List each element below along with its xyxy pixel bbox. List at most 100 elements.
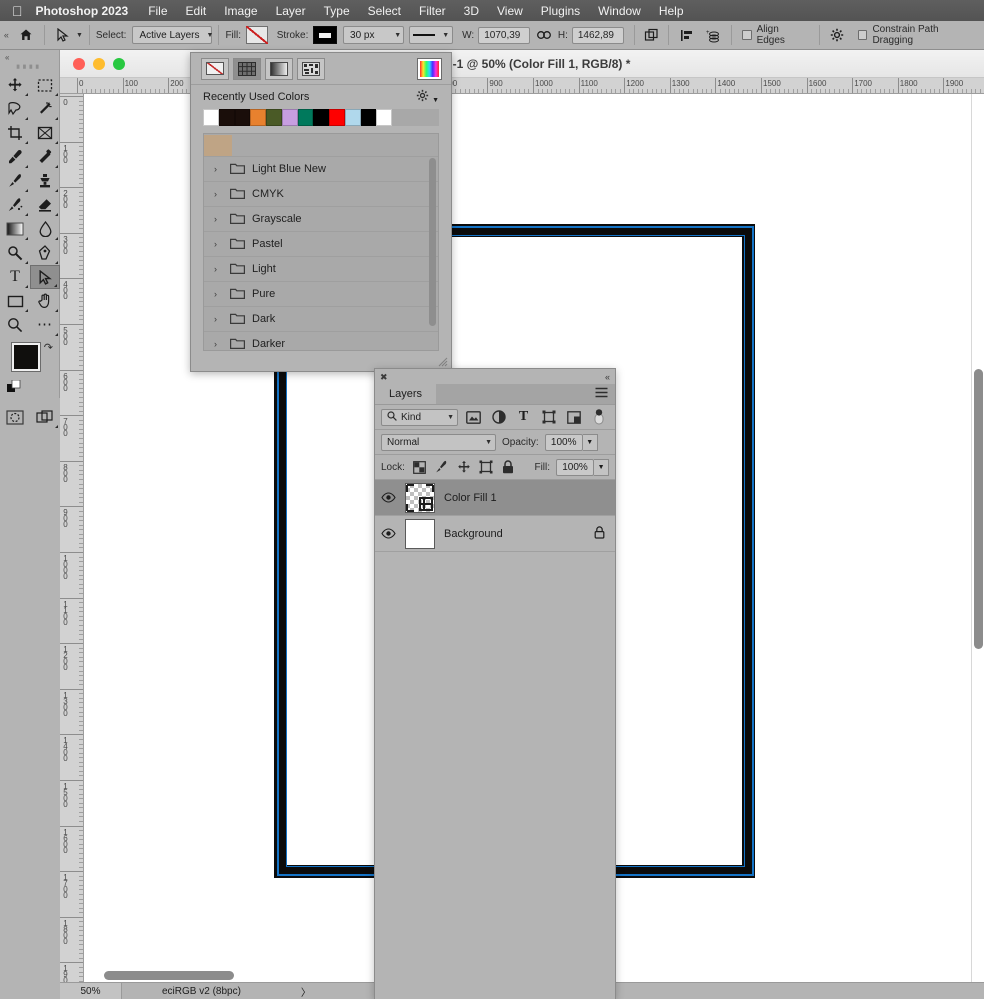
recent-color-swatch[interactable]: [266, 109, 282, 126]
color-tab[interactable]: [201, 57, 229, 80]
quick-mask-icon[interactable]: [0, 405, 30, 429]
filter-shape-icon[interactable]: [539, 408, 558, 427]
blur-tool[interactable]: [30, 217, 60, 241]
gear-icon[interactable]: [826, 24, 848, 46]
filter-type-icon[interactable]: T: [514, 408, 533, 427]
layer-thumbnail[interactable]: [405, 518, 435, 549]
collapse-panel-icon[interactable]: «: [605, 372, 610, 382]
lock-position-icon[interactable]: [456, 458, 472, 477]
history-brush-tool[interactable]: [0, 193, 30, 217]
panel-menu-icon[interactable]: [595, 387, 608, 401]
recent-color-swatch[interactable]: [407, 109, 424, 126]
recent-color-swatch[interactable]: [376, 109, 393, 126]
frame-tool[interactable]: [30, 121, 60, 145]
vertical-ruler[interactable]: 0 100 200 300 400 500 600 700 800 900 1000 1100 1200…: [60, 94, 84, 999]
loose-color-swatch[interactable]: [204, 134, 232, 156]
recent-color-swatch[interactable]: [250, 109, 267, 126]
fill-opacity-input[interactable]: 100%: [556, 458, 595, 476]
chevron-right-icon[interactable]: ›: [214, 214, 223, 224]
filter-smartobject-icon[interactable]: [564, 408, 583, 427]
brush-tool[interactable]: [0, 169, 30, 193]
menu-item-view[interactable]: View: [488, 4, 532, 18]
minimize-button[interactable]: [93, 57, 105, 70]
menu-item-filter[interactable]: Filter: [410, 4, 455, 18]
gradient-tool[interactable]: [0, 217, 30, 241]
loose-swatch-row[interactable]: [204, 134, 438, 156]
menu-item-help[interactable]: Help: [650, 4, 693, 18]
menu-item-file[interactable]: File: [139, 4, 176, 18]
menu-item-select[interactable]: Select: [359, 4, 410, 18]
screen-mode-icon[interactable]: [30, 405, 60, 429]
apple-icon[interactable]: : [0, 4, 36, 18]
menu-item-layer[interactable]: Layer: [267, 4, 315, 18]
lasso-tool[interactable]: [0, 97, 30, 121]
swatch-folder-row[interactable]: › Grayscale: [204, 206, 438, 231]
chevron-right-icon[interactable]: ›: [214, 239, 223, 249]
layer-row[interactable]: Color Fill 1: [375, 480, 615, 516]
tools-drag-handle[interactable]: ▘▘▘▘: [0, 64, 59, 73]
layer-filter-dropdown[interactable]: Kind ▼: [381, 408, 458, 426]
align-edges-checkbox-group[interactable]: Align Edges: [738, 24, 813, 46]
gradients-tab[interactable]: [265, 57, 293, 80]
tools-collapse-icon[interactable]: «: [0, 50, 59, 64]
layer-thumbnail[interactable]: [405, 482, 435, 513]
menu-item-edit[interactable]: Edit: [177, 4, 216, 18]
chevron-right-icon[interactable]: ›: [214, 264, 223, 274]
eraser-tool[interactable]: [30, 193, 60, 217]
width-input[interactable]: 1070,39: [478, 26, 531, 44]
filter-toggle-icon[interactable]: [589, 408, 608, 427]
foreground-color-swatch[interactable]: [12, 343, 40, 371]
stroke-color-icon[interactable]: [313, 26, 338, 44]
filter-adjustment-icon[interactable]: [489, 408, 508, 427]
clone-stamp-tool[interactable]: [30, 169, 60, 193]
status-chevron-right-icon[interactable]: 〉: [301, 984, 311, 999]
dodge-tool[interactable]: [0, 241, 30, 265]
move-tool[interactable]: [0, 73, 30, 97]
swatch-folder-row[interactable]: › Light Blue New: [204, 156, 438, 181]
tool-preset-chevron-down-icon[interactable]: ▼: [73, 32, 83, 39]
path-alignment-icon[interactable]: [675, 24, 697, 46]
stroke-style-dropdown[interactable]: ▼: [409, 26, 454, 44]
hand-tool[interactable]: [30, 289, 60, 313]
height-input[interactable]: 1462,89: [571, 26, 624, 44]
eye-visibility-icon[interactable]: [381, 528, 396, 539]
constrain-path-dragging-group[interactable]: Constrain Path Dragging: [854, 24, 984, 46]
recent-color-swatch[interactable]: [313, 109, 330, 126]
swatch-folder-row[interactable]: › Light: [204, 256, 438, 281]
eyedropper-tool[interactable]: [0, 145, 30, 169]
lock-transparent-pixels-icon[interactable]: [411, 458, 427, 477]
opacity-input[interactable]: 100%: [544, 433, 583, 451]
color-picker-icon[interactable]: [418, 58, 441, 79]
swatch-folder-row[interactable]: › CMYK: [204, 181, 438, 206]
spot-healing-brush-tool[interactable]: [30, 145, 60, 169]
menu-item-plugins[interactable]: Plugins: [532, 4, 589, 18]
recent-color-swatch[interactable]: [360, 109, 377, 126]
edit-toolbar-tool[interactable]: ⋯: [30, 313, 60, 337]
swap-colors-icon[interactable]: ↷: [44, 341, 53, 354]
recent-color-swatch[interactable]: [392, 109, 408, 126]
link-dimensions-icon[interactable]: [533, 24, 555, 46]
swatch-folder-row[interactable]: › Pastel: [204, 231, 438, 256]
home-icon[interactable]: [13, 28, 39, 42]
swatches-tab[interactable]: [233, 57, 261, 80]
menu-item-image[interactable]: Image: [215, 4, 266, 18]
default-colors-icon[interactable]: [7, 379, 21, 397]
lock-image-pixels-icon[interactable]: [433, 458, 449, 477]
menu-item-type[interactable]: Type: [315, 4, 359, 18]
path-selection-tool[interactable]: [30, 265, 60, 289]
chevron-right-icon[interactable]: ›: [214, 164, 223, 174]
close-icon[interactable]: ✖: [380, 372, 388, 383]
select-dropdown[interactable]: Active Layers ▼: [132, 26, 213, 44]
swatches-list[interactable]: › Light Blue New › CMYK › Grayscale › Pastel › Li…: [203, 133, 439, 351]
stroke-width-dropdown[interactable]: 30 px ▼: [343, 26, 405, 44]
eye-visibility-icon[interactable]: [381, 492, 396, 503]
close-button[interactable]: [73, 57, 85, 70]
options-bar-grip[interactable]: «: [0, 21, 13, 50]
recent-color-swatch[interactable]: [329, 109, 345, 126]
constrain-path-dragging-checkbox[interactable]: [857, 30, 868, 40]
canvas-vertical-scrollbar[interactable]: [971, 94, 984, 999]
patterns-tab[interactable]: [297, 57, 325, 80]
recent-color-swatch[interactable]: [234, 109, 251, 126]
swatch-folder-row[interactable]: › Dark: [204, 306, 438, 331]
swatch-folder-row[interactable]: › Pure: [204, 281, 438, 306]
